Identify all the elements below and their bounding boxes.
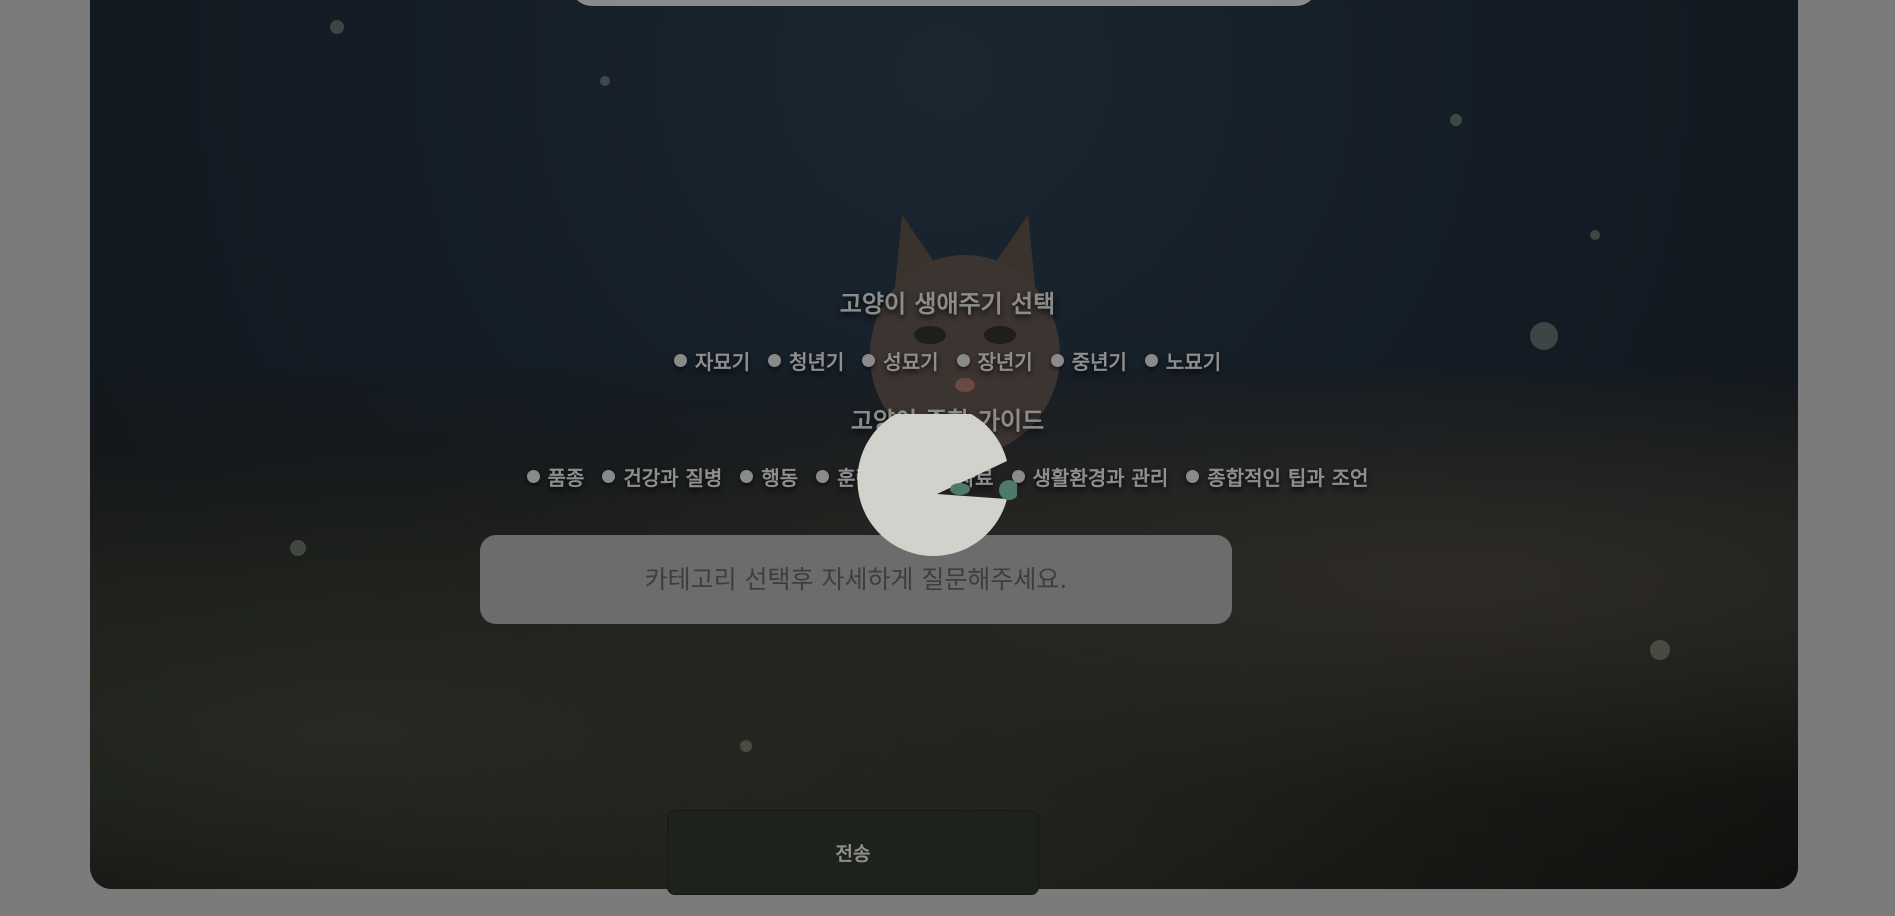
bokeh-dot: [290, 540, 306, 556]
lifecycle-title: 고양이 생애주기 선택: [839, 290, 1056, 318]
bokeh-dot: [330, 20, 344, 34]
lifecycle-option[interactable]: 장년기: [956, 346, 1033, 375]
radio-icon[interactable]: [956, 354, 970, 367]
guide-option[interactable]: 종합적인 팁과 조언: [1186, 462, 1368, 491]
bokeh-dot: [1650, 640, 1670, 660]
radio-icon[interactable]: [1050, 354, 1064, 367]
question-input[interactable]: [480, 535, 1232, 624]
radio-icon[interactable]: [816, 470, 830, 483]
radio-icon[interactable]: [768, 354, 782, 367]
radio-icon[interactable]: [526, 470, 540, 483]
lifecycle-option[interactable]: 성묘기: [862, 346, 939, 375]
radio-icon[interactable]: [1144, 354, 1158, 367]
guide-option[interactable]: 건강과 질병: [602, 462, 722, 491]
radio-icon[interactable]: [862, 354, 876, 367]
guide-option[interactable]: 생활환경과 관리: [1011, 462, 1168, 491]
radio-icon[interactable]: [602, 470, 616, 483]
bokeh-dot: [1450, 114, 1462, 126]
guide-option[interactable]: 품종: [526, 462, 584, 491]
bokeh-dot: [1590, 230, 1600, 240]
top-input-edge: [570, 0, 1318, 6]
submit-button[interactable]: 전송: [667, 810, 1039, 895]
radio-icon[interactable]: [673, 354, 687, 367]
bokeh-dot: [600, 76, 610, 86]
loading-spinner-icon: [857, 414, 1017, 556]
lifecycle-option[interactable]: 노묘기: [1144, 346, 1221, 375]
radio-icon[interactable]: [1186, 470, 1200, 483]
lifecycle-options: 자묘기 청년기 성묘기 장년기 중년기 노묘기: [0, 346, 1895, 375]
lifecycle-option[interactable]: 중년기: [1050, 346, 1127, 375]
lifecycle-option[interactable]: 자묘기: [673, 346, 750, 375]
bokeh-dot: [740, 740, 752, 752]
radio-icon[interactable]: [740, 470, 754, 483]
guide-option[interactable]: 행동: [740, 462, 798, 491]
lifecycle-option[interactable]: 청년기: [768, 346, 844, 375]
